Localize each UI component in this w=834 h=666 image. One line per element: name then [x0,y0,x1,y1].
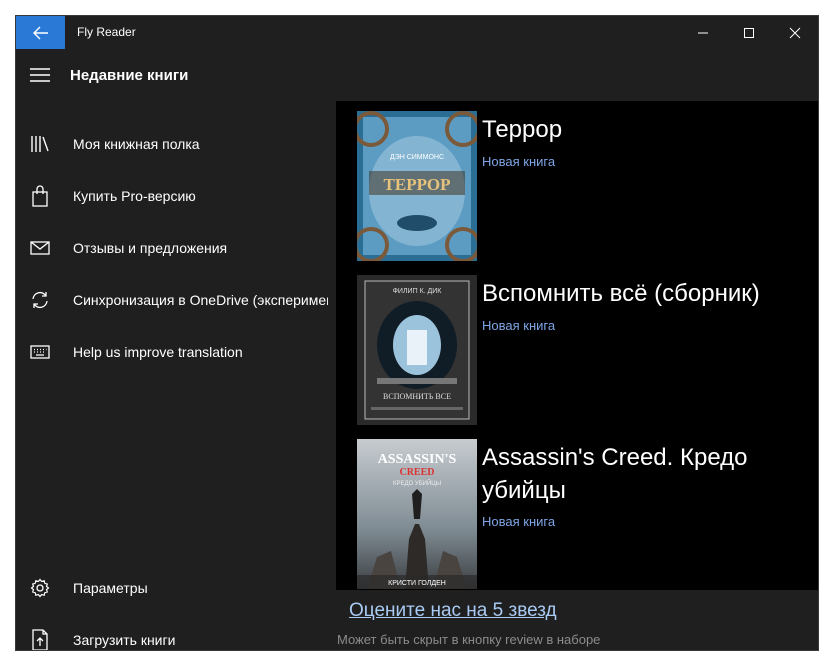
app-window: Fly Reader Недавние книги Моя книжная по… [16,16,818,650]
sidebar-item-buy-pro[interactable]: Купить Pro-версию [16,170,336,222]
book-item[interactable]: ДЭН СИММОНС ТЕРРОР Террор Новая книга [357,111,797,261]
book-cover: ДЭН СИММОНС ТЕРРОР [357,111,477,261]
sidebar-item-bookshelf[interactable]: Моя книжная полка [16,118,336,170]
cover-title: ASSASSIN'S [378,452,457,467]
mail-icon [30,241,50,255]
sidebar-item-translation[interactable]: Help us improve translation [16,326,336,378]
maximize-button[interactable] [726,16,772,49]
sidebar-item-label: Загрузить книги [73,632,176,648]
book-title: Assassin's Creed. Кредо убийцы [482,444,748,504]
close-icon [789,27,801,38]
navigation-pane: Недавние книги Моя книжная полка Купить … [16,49,336,650]
book-cover: ASSASSIN'S CREED КРЕДО УБИЙЦЫ КРИСТИ ГОЛ… [357,439,477,589]
maximize-icon [744,27,754,38]
cover-author: ФИЛИП К. ДИК [393,288,443,295]
cover-author: ДЭН СИММОНС [390,154,444,161]
book-cover: ФИЛИП К. ДИК ВСПОМНИТЬ ВСЕ [357,275,477,425]
sidebar-item-settings[interactable]: Параметры [16,562,336,614]
sidebar-item-label: Help us improve translation [73,344,243,360]
sidebar-item-label: Синхронизация в OneDrive (эксперименталь… [73,292,328,308]
back-button[interactable] [16,16,65,49]
rate-us-link[interactable]: Оцените нас на 5 звезд [349,600,557,622]
cover-tagline: КРЕДО УБИЙЦЫ [393,479,441,487]
close-button[interactable] [772,16,818,49]
shopping-bag-icon [32,185,48,207]
book-status: Новая книга [482,318,556,333]
book-title: Вспомнить всё (сборник) [482,280,760,307]
minimize-icon [698,32,708,33]
sidebar-item-onedrive-sync[interactable]: Синхронизация в OneDrive (эксперименталь… [16,274,336,326]
gear-icon [30,578,50,598]
book-status: Новая книга [482,154,556,169]
book-status: Новая книга [482,514,556,529]
upload-document-icon [32,629,48,650]
recent-books-list: ДЭН СИММОНС ТЕРРОР Террор Новая книга ФИ… [336,49,818,650]
book-item[interactable]: ASSASSIN'S CREED КРЕДО УБИЙЦЫ КРИСТИ ГОЛ… [357,439,797,589]
cover-subtitle: CREED [399,467,434,478]
book-title: Террор [482,116,563,143]
sidebar-item-upload-books[interactable]: Загрузить книги [16,614,336,650]
hamburger-icon [30,68,50,82]
content-header [336,49,818,101]
sidebar-item-feedback[interactable]: Отзывы и предложения [16,222,336,274]
title-bar: Fly Reader [16,16,818,49]
cover-title: ТЕРРОР [384,175,451,194]
menu-button[interactable] [16,49,64,101]
book-item[interactable]: ФИЛИП К. ДИК ВСПОМНИТЬ ВСЕ Вспомнить всё… [357,275,797,425]
keyboard-icon [30,345,50,359]
rate-us-bar: Оцените нас на 5 звезд Может быть скрыт … [336,590,818,650]
library-icon [31,136,49,152]
cover-author: КРИСТИ ГОЛДЕН [388,580,446,587]
cover-title: ВСПОМНИТЬ ВСЕ [383,392,451,401]
sidebar-item-label: Моя книжная полка [73,136,200,152]
sync-icon [32,291,48,309]
sidebar-item-label: Параметры [73,580,148,596]
minimize-button[interactable] [680,16,726,49]
sidebar-title: Недавние книги [70,67,189,84]
sidebar-item-label: Купить Pro-версию [73,188,196,204]
arrow-left-icon [32,26,48,39]
window-title: Fly Reader [77,25,136,39]
rate-note: Может быть скрыт в кнопку review в набор… [337,632,601,647]
sidebar-item-label: Отзывы и предложения [73,240,228,256]
